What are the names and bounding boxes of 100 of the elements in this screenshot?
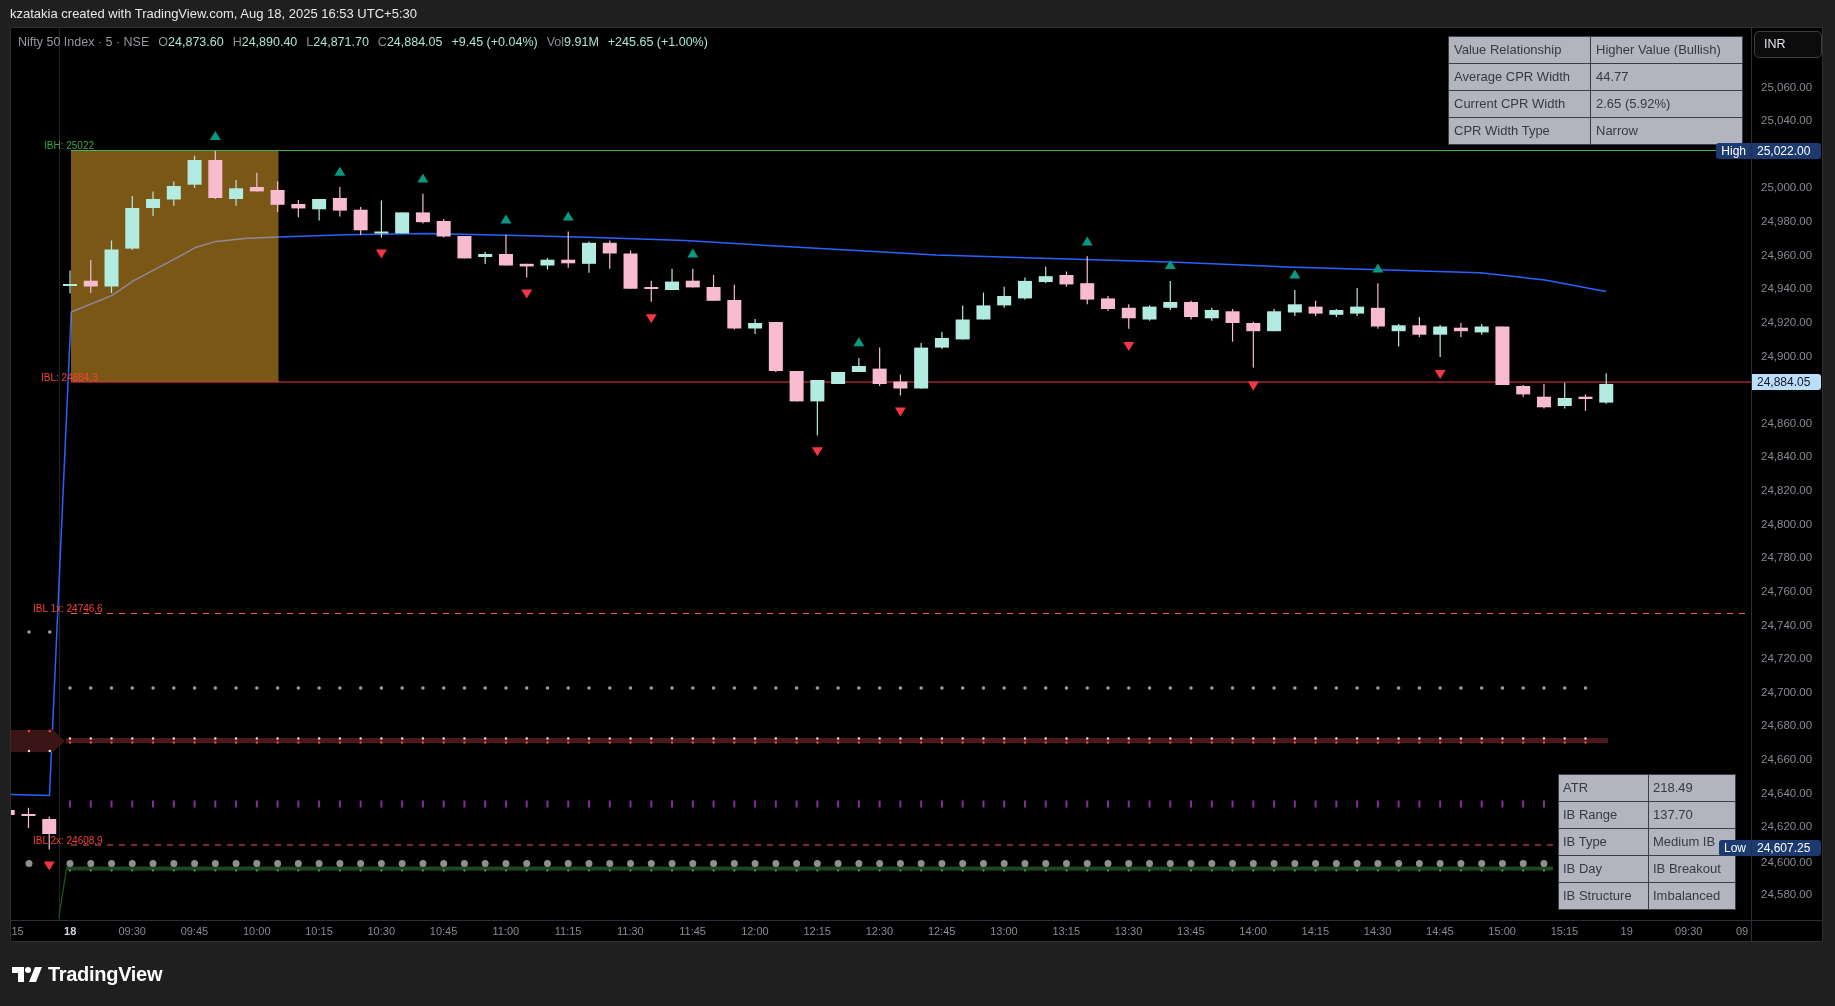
candlestick [997, 286, 1012, 309]
indicator-line [58, 869, 67, 919]
stat-value: 44.77 [1590, 63, 1743, 91]
logo-icon[interactable] [12, 966, 42, 982]
price-label: 24,960.00 [1761, 247, 1813, 262]
dotted-level-line [27, 630, 52, 634]
candlestick [727, 284, 742, 330]
legend-value: +245.65 (+1.00%) [607, 34, 708, 50]
candlestick [208, 150, 223, 200]
time-label: 12:15 [803, 924, 831, 938]
price-label: 25,000.00 [1761, 180, 1813, 195]
candlestick [1370, 282, 1385, 330]
time-label: 15 [11, 924, 24, 938]
attribution-text: kzatakia created with TradingView.com, Aug 18, 2025 16:53 UTC+5:30 [10, 6, 417, 21]
time-label: 11:45 [679, 924, 706, 938]
time-label: 10:45 [429, 924, 458, 938]
candlestick [561, 231, 576, 269]
time-label: 10:00 [242, 924, 271, 938]
stat-value: 218.49 [1648, 774, 1736, 802]
candlestick [332, 186, 347, 217]
candlestick [582, 240, 596, 274]
candlestick [1121, 303, 1136, 330]
price-label: 24,580.00 [1761, 886, 1813, 901]
price-label: 24,820.00 [1761, 483, 1813, 498]
up-triangle-icon [853, 337, 865, 347]
stat-value: Higher Value (Bullish) [1590, 36, 1743, 64]
candlestick [1101, 295, 1115, 312]
candlestick [395, 211, 410, 234]
time-label: 13:45 [1177, 924, 1205, 938]
time-label: 14:45 [1426, 924, 1454, 938]
candlestick [1080, 255, 1095, 305]
legend-value: H24,890.40 [232, 34, 298, 50]
stat-value: Narrow [1590, 117, 1743, 145]
up-triangle-icon [417, 173, 429, 183]
candlestick [436, 218, 451, 238]
price-label: 24,660.00 [1761, 752, 1813, 767]
stat-label: CPR Width Type [1448, 117, 1591, 145]
down-triangle-icon [1247, 381, 1259, 391]
candlestick [1308, 300, 1323, 317]
candlestick [353, 206, 368, 236]
candlestick [644, 280, 659, 303]
candlestick [1225, 308, 1240, 343]
stat-value: 2.65 (5.92%) [1590, 90, 1743, 118]
time-label: 13:15 [1052, 924, 1080, 938]
candlestick [270, 181, 285, 213]
price-tag: 24,884.05 [1752, 374, 1821, 391]
stat-label: IB Type [1558, 828, 1649, 856]
time-label: 12:00 [741, 924, 769, 938]
candlestick [1474, 323, 1489, 336]
price-label: 24,900.00 [1761, 348, 1813, 363]
time-label: 15:00 [1488, 924, 1516, 938]
time-label: 15:15 [1550, 924, 1579, 938]
price-tag: 24,607.25 [1752, 839, 1821, 856]
candlestick [478, 251, 493, 265]
down-triangle-icon [894, 407, 906, 417]
candlestick [768, 321, 783, 373]
candlestick [249, 172, 264, 192]
time-label: 09:30 [118, 924, 146, 938]
arrow-band [11, 730, 65, 752]
candlestick [1536, 383, 1551, 409]
down-triangle-icon [521, 289, 533, 299]
down-triangle-icon [645, 314, 657, 324]
time-label: 13:00 [990, 924, 1018, 938]
time-label: 09:30 [1674, 924, 1703, 938]
candlestick [1267, 308, 1282, 332]
candlestick [872, 347, 887, 387]
price-label: 24,920.00 [1761, 314, 1813, 329]
price-label: 24,720.00 [1761, 651, 1813, 666]
stat-label: Average CPR Width [1448, 63, 1591, 91]
up-triangle-icon [1164, 260, 1176, 269]
up-triangle-icon [1081, 236, 1093, 246]
candlestick [146, 190, 161, 217]
up-triangle-icon [334, 166, 346, 176]
candlestick [1557, 382, 1572, 409]
stat-label: IB Structure [1558, 882, 1649, 910]
stat-label: Value Relationship [1448, 36, 1591, 64]
price-label: 24,780.00 [1761, 550, 1813, 565]
candlestick [706, 274, 721, 302]
candlestick [851, 357, 866, 373]
price-label: 24,740.00 [1761, 617, 1813, 632]
candlestick [810, 379, 825, 436]
candlestick [229, 179, 244, 207]
time-label: 13:30 [1114, 924, 1143, 938]
candlestick [1516, 384, 1531, 398]
stat-value: 137.70 [1648, 801, 1736, 829]
candlestick [291, 199, 306, 218]
price-label: 24,700.00 [1761, 684, 1813, 699]
currency-button[interactable]: INR [1754, 31, 1822, 58]
brand-name: TradingView [48, 962, 163, 987]
candlestick [1599, 372, 1614, 405]
candlestick [21, 807, 36, 829]
time-label: 10:30 [367, 924, 396, 938]
candlestick [1038, 266, 1053, 284]
price-label: 24,860.00 [1761, 415, 1813, 430]
time-label: 12:45 [927, 924, 956, 938]
price-label: 24,980.00 [1761, 214, 1813, 229]
level-label: IBL 2x: 24608.9 [33, 834, 103, 846]
level-label: IBH: 25022 [44, 140, 95, 151]
stat-value: IB Breakout [1648, 855, 1736, 883]
up-triangle-icon [209, 131, 221, 141]
